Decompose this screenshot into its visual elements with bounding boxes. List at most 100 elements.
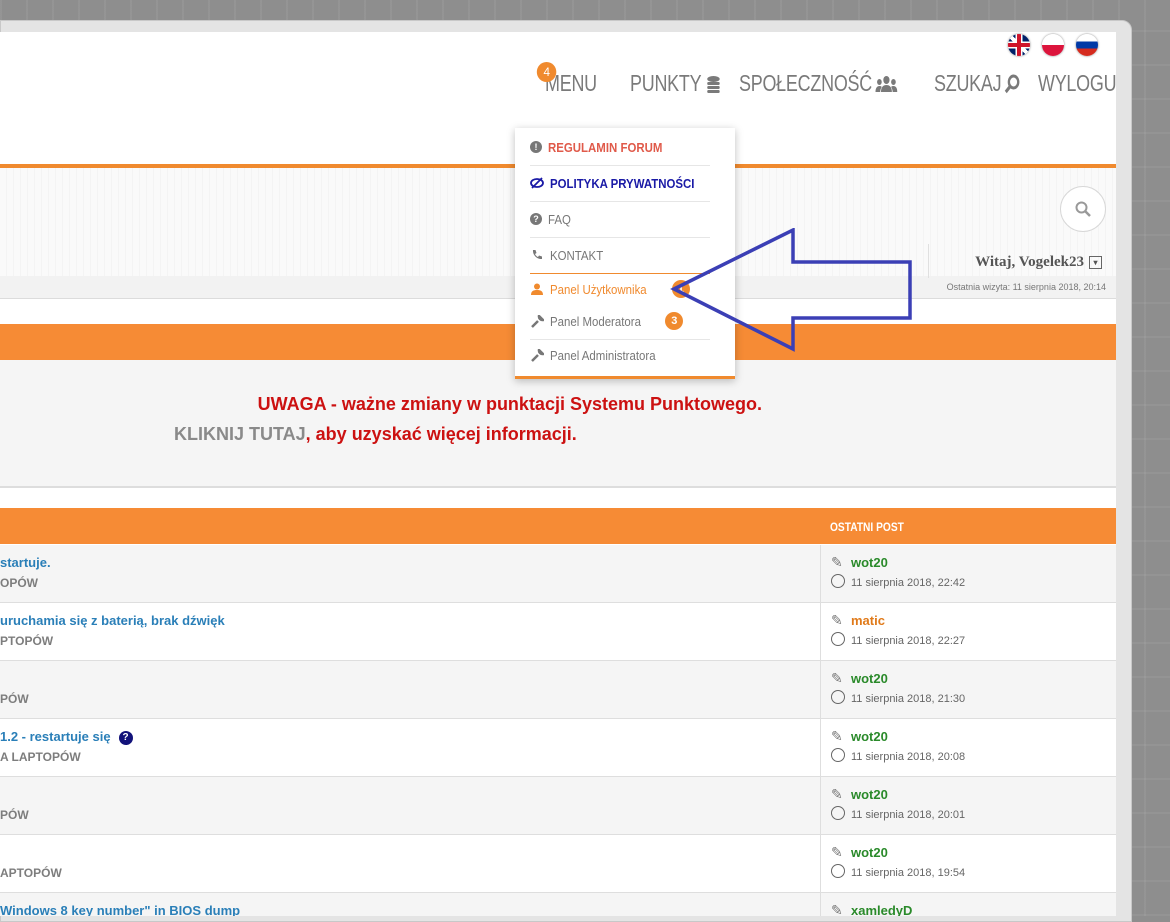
last-post-user[interactable]: matic (851, 613, 885, 628)
last-post-user[interactable]: wot20 (851, 555, 888, 570)
wrench-icon (530, 314, 544, 328)
users-icon (875, 75, 897, 93)
dropdown-label-panel-moderatora: Panel Moderatora (550, 313, 641, 329)
nav-spolecznosc-label: SPOŁECZNOŚĆ (739, 70, 873, 96)
pencil-icon: ✎ (831, 844, 843, 860)
topic-title[interactable]: uruchamia się z baterią, brak dźwięk (0, 613, 225, 628)
nav-szukaj-label: SZUKAJ (933, 70, 1002, 96)
last-post-date: 11 sierpnia 2018, 20:08 (851, 751, 966, 763)
nav-punkty-label: PUNKTY (629, 70, 702, 96)
menu-notification-badge: 4 (536, 62, 557, 82)
forum-page: 4 MENU PUNKTY SPOŁECZNOŚĆ SZUKAJ WYLOGUJ (0, 32, 1116, 916)
last-post-cell: ✎ wot20 11 sierpnia 2018, 22:42 (820, 545, 1116, 602)
last-post-date: 11 sierpnia 2018, 20:01 (851, 809, 966, 821)
table-row: APTOPÓW ✎ wot20 11 sierpnia 2018, 19:54 (0, 835, 1116, 893)
last-post-date: 11 sierpnia 2018, 21:30 (851, 693, 966, 705)
coins-icon (704, 75, 721, 93)
clock-icon (831, 690, 845, 704)
notice-link[interactable]: KLIKNIJ TUTAJ (174, 424, 306, 444)
pencil-icon: ✎ (831, 612, 843, 628)
nav-szukaj[interactable]: SZUKAJ (934, 70, 1022, 97)
last-post-date: 11 sierpnia 2018, 22:42 (851, 577, 966, 589)
dropdown-label-panel-administratora: Panel Administratora (550, 347, 656, 363)
last-post-column-header: OSTATNI POST (830, 520, 904, 534)
flag-polish-icon[interactable] (1042, 34, 1064, 56)
welcome-divider (928, 244, 929, 278)
topic-title[interactable]: startuje. (0, 555, 51, 570)
dropdown-label-regulamin: REGULAMIN FORUM (548, 139, 663, 155)
topic-title-wrapper: 1.2 - restartuje się? (0, 729, 133, 745)
flag-english-icon[interactable] (1008, 34, 1030, 56)
user-icon (530, 282, 544, 296)
last-post-date: 11 sierpnia 2018, 19:54 (851, 867, 966, 879)
user-welcome[interactable]: Witaj, Vogelek23 ▾ (975, 254, 1102, 271)
last-post-cell: ✎ wot20 11 sierpnia 2018, 20:08 (820, 719, 1116, 776)
main-nav: 4 MENU PUNKTY SPOŁECZNOŚĆ SZUKAJ WYLOGUJ (536, 62, 1116, 97)
dropdown-item-polityka[interactable]: POLITYKA PRYWATNOŚCI (530, 165, 710, 201)
question-circle-icon: ? (530, 213, 542, 225)
last-visit: Ostatnia wizyta: 11 sierpnia 2018, 20:14 (946, 282, 1106, 292)
exclamation-circle-icon: ! (530, 141, 542, 153)
forum-name[interactable]: PÓW (0, 808, 29, 822)
nav-punkty[interactable]: PUNKTY (630, 70, 722, 97)
topics-table-header (0, 508, 1116, 544)
dropdown-item-regulamin[interactable]: ! REGULAMIN FORUM (530, 129, 710, 165)
forum-name[interactable]: PTOPÓW (0, 634, 53, 648)
forum-name[interactable]: APTOPÓW (0, 866, 62, 880)
last-post-date: 11 sierpnia 2018, 22:27 (851, 635, 966, 647)
wrench-icon (530, 348, 544, 362)
last-post-cell: ✎ wot20 11 sierpnia 2018, 19:54 (820, 835, 1116, 892)
notice-line-2: KLIKNIJ TUTAJ, aby uzyskać więcej inform… (174, 424, 577, 445)
hamburger-icon (603, 77, 617, 91)
table-row: 1.2 - restartuje się? A LAPTOPÓW ✎ wot20… (0, 719, 1116, 777)
nav-spolecznosc[interactable]: SPOŁECZNOŚĆ (739, 70, 897, 97)
table-row: PÓW ✎ wot20 11 sierpnia 2018, 21:30 (0, 661, 1116, 719)
flag-russian-icon[interactable] (1076, 34, 1098, 56)
dropdown-label-panel-uzytkownika: Panel Użytkownika (550, 281, 647, 297)
question-circle-icon: ? (118, 730, 133, 745)
search-icon (1004, 74, 1021, 94)
topics-list: startuje. OPÓW ✎ wot20 11 sierpnia 2018,… (0, 545, 1116, 916)
clock-icon (831, 574, 845, 588)
nav-wyloguj[interactable]: WYLOGUJ (1038, 70, 1116, 97)
forum-name[interactable]: PÓW (0, 692, 29, 706)
table-row: startuje. OPÓW ✎ wot20 11 sierpnia 2018,… (0, 545, 1116, 603)
notice-line-2-text: , aby uzyskać więcej informacji. (305, 424, 577, 444)
phone-icon (530, 248, 544, 262)
forum-name[interactable]: A LAPTOPÓW (0, 750, 81, 764)
last-post-cell: ✎ xamledyD (820, 893, 1116, 916)
pencil-icon: ✎ (831, 670, 843, 686)
eye-slash-icon (530, 176, 544, 190)
clock-icon (831, 864, 845, 878)
last-post-user[interactable]: wot20 (851, 787, 888, 802)
clock-icon (831, 748, 845, 762)
table-row: uruchamia się z baterią, brak dźwięk PTO… (0, 603, 1116, 661)
pencil-icon: ✎ (831, 728, 843, 744)
caret-down-icon: ▾ (1089, 256, 1102, 269)
pencil-icon: ✎ (831, 554, 843, 570)
topic-title[interactable]: Windows 8 key number" in BIOS dump (0, 903, 240, 916)
search-icon (1075, 201, 1091, 217)
welcome-text: Witaj, Vogelek23 (975, 254, 1084, 270)
nav-menu[interactable]: 4 MENU (536, 62, 617, 97)
clock-icon (831, 632, 845, 646)
table-row: Windows 8 key number" in BIOS dump ✎ xam… (0, 893, 1116, 916)
last-post-cell: ✎ matic 11 sierpnia 2018, 22:27 (820, 603, 1116, 660)
dropdown-label-faq: FAQ (548, 211, 571, 227)
notice-line-1: UWAGA - ważne zmiany w punktacji Systemu… (257, 394, 762, 414)
last-post-user[interactable]: xamledyD (851, 903, 912, 916)
clock-icon (831, 806, 845, 820)
last-post-user[interactable]: wot20 (851, 729, 888, 744)
pencil-icon: ✎ (831, 786, 843, 802)
last-post-user[interactable]: wot20 (851, 845, 888, 860)
nav-wyloguj-label: WYLOGUJ (1037, 70, 1116, 96)
dropdown-label-polityka: POLITYKA PRYWATNOŚCI (550, 175, 695, 191)
topic-title[interactable]: 1.2 - restartuje się (0, 729, 111, 744)
dropdown-label-kontakt: KONTAKT (550, 247, 604, 263)
search-button[interactable] (1060, 186, 1106, 232)
language-flags (1008, 34, 1098, 56)
forum-name[interactable]: OPÓW (0, 576, 38, 590)
last-post-user[interactable]: wot20 (851, 671, 888, 686)
annotation-arrow-icon (670, 228, 912, 352)
pencil-icon: ✎ (831, 902, 843, 916)
